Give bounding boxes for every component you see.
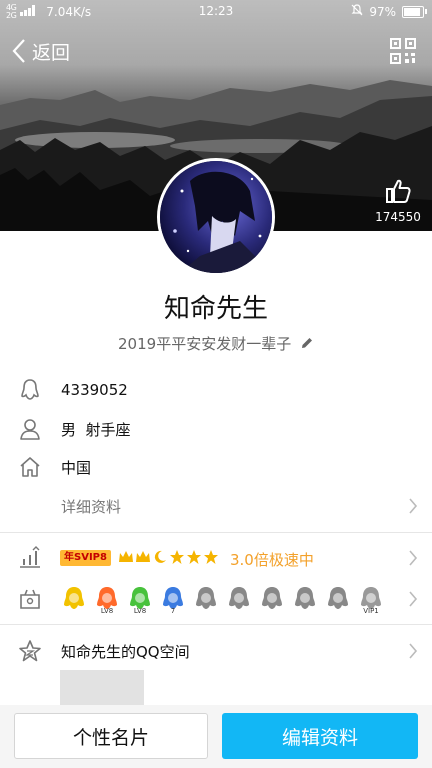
gray-mountain-icon: [196, 587, 216, 609]
qzone-star-icon: [19, 640, 41, 662]
thumbs-up-icon: [386, 179, 411, 203]
gender-sign: 男 射手座: [61, 420, 131, 439]
gender-row: 男 射手座: [0, 417, 432, 441]
avatar[interactable]: [157, 158, 275, 276]
medal-label: 7: [171, 607, 175, 614]
qq-penguin-icon: [64, 587, 84, 609]
gray-penguin-icon-2: [262, 587, 282, 609]
edit-pencil-icon[interactable]: [300, 336, 314, 350]
detail-info-row[interactable]: 详细资料: [0, 494, 432, 518]
vip-v-icon: VIP1: [361, 587, 381, 614]
medal-label: LV8: [101, 607, 113, 614]
penguin-outline-icon: [21, 379, 39, 400]
moon-icon: [154, 550, 166, 563]
home-icon: [20, 457, 40, 477]
gray-penguin-icon-3: [295, 587, 315, 609]
star-icon: 7: [163, 587, 183, 614]
like-button[interactable]: 174550: [372, 178, 424, 224]
level-chart-icon: [20, 546, 40, 568]
medal-label: LV8: [134, 607, 146, 614]
qzone-title: 知命先生的QQ空间: [61, 642, 190, 661]
avatar-image: [160, 161, 272, 273]
nickname: 知命先生: [163, 294, 268, 324]
bottom-action-bar: 个性名片 编辑资料: [0, 705, 432, 768]
qq-number: 4339052: [61, 381, 128, 399]
crown-icon: [119, 551, 133, 562]
person-icon: [20, 419, 40, 440]
edit-profile-button[interactable]: 编辑资料: [222, 713, 418, 759]
location: 中国: [61, 458, 92, 477]
location-row: 中国: [0, 455, 432, 479]
detail-info-label: 详细资料: [61, 497, 122, 516]
chevron-right-icon: [409, 643, 418, 659]
battery-percent: 97%: [369, 4, 396, 19]
signature-line[interactable]: 2019平平安安发财一辈子: [0, 333, 432, 354]
star-icon: [187, 550, 201, 564]
personal-card-button[interactable]: 个性名片: [14, 713, 208, 759]
chevron-left-icon: [12, 39, 25, 63]
like-count: 174550: [375, 210, 421, 224]
mute-bell-icon: [351, 4, 363, 19]
qr-code-button[interactable]: [390, 38, 416, 64]
svip-badge: 年SVIP8: [60, 550, 111, 566]
divider: [0, 532, 432, 533]
battery-icon: [402, 5, 427, 18]
qr-code-icon: [390, 38, 416, 64]
star-icon: [204, 550, 218, 564]
qq-number-row: 4339052: [0, 378, 432, 402]
back-button[interactable]: 返回: [12, 36, 70, 66]
medal-label: VIP1: [363, 607, 379, 614]
star-icon: [170, 550, 184, 564]
divider: [0, 624, 432, 625]
status-bar: 4G 2G 7.04K/s 12:23 97%: [0, 0, 432, 24]
game-diamond-icon: LV8: [130, 587, 150, 614]
back-label: 返回: [32, 41, 71, 64]
gray-penguin-icon-4: [328, 587, 348, 609]
medal-list: LV8 LV8 7 VIP1: [60, 584, 385, 614]
level-icons: [118, 549, 219, 565]
medals-row[interactable]: LV8 LV8 7 VIP1: [0, 584, 432, 614]
qzone-photo-thumbnail[interactable]: [60, 670, 144, 706]
signature-text: 2019平平安安发财一辈子: [118, 335, 292, 353]
medal-box-icon: [20, 589, 40, 609]
gray-penguin-icon: [229, 587, 249, 609]
qzone-row[interactable]: 知命先生的QQ空间: [0, 639, 432, 663]
speed-status: 3.0倍极速中: [230, 551, 314, 569]
chevron-right-icon: [409, 591, 418, 607]
crown-icon: [136, 551, 150, 562]
chevron-right-icon: [409, 550, 418, 566]
lightning-icon: LV8: [97, 587, 117, 614]
chevron-right-icon: [409, 498, 418, 514]
